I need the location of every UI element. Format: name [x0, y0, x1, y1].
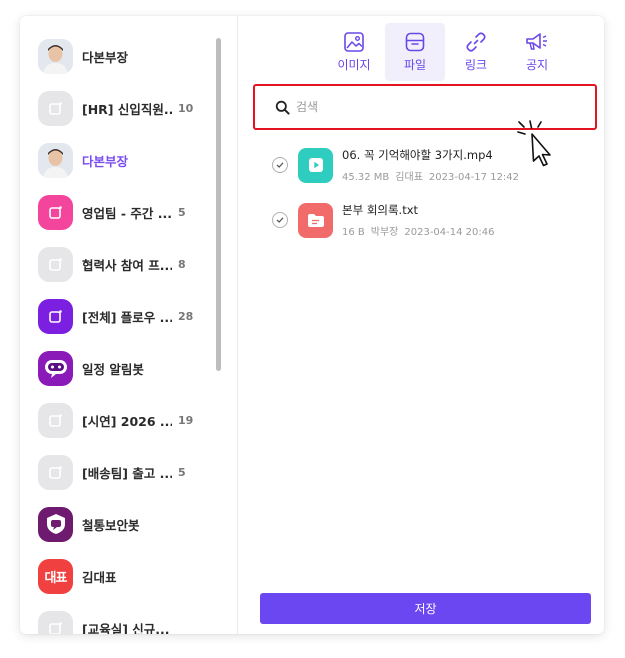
file-date: 2023-04-17 12:42	[428, 172, 520, 183]
chat-room-name: [시연] 2026 ...	[82, 413, 172, 429]
chat-room-item[interactable]: 협력사 참여 프... 8	[20, 238, 220, 290]
text-avatar: 대표	[38, 558, 73, 594]
chat-room-item[interactable]: [시연] 2026 ... 19	[20, 394, 220, 446]
file-meta: 16 B 박부장 2023-04-14 20:46	[342, 223, 501, 238]
megaphone-icon	[526, 33, 547, 50]
member-count: 5	[178, 205, 186, 219]
file-owner: 김대표	[395, 172, 423, 183]
shield-icon	[38, 506, 73, 542]
select-checkbox[interactable]	[272, 212, 288, 228]
tab-label: 파일	[403, 58, 427, 72]
file-info: 본부 회의록.txt 16 B 박부장 2023-04-14 20:46	[342, 202, 501, 238]
chat-room-item[interactable]: 다본부장	[20, 30, 220, 82]
search-icon	[275, 100, 290, 115]
chat-room-item[interactable]: [전체] 플로우 ... 28	[20, 290, 220, 342]
sidebar-scrollbar[interactable]	[216, 38, 221, 371]
chat-room-list: 다본부장 [HR] 신입직원... 10 다본부장 영업팀 - 주간 ... 5…	[20, 30, 220, 634]
chat-room-name: 영업팀 - 주간 ...	[82, 205, 172, 221]
member-count: 28	[178, 309, 194, 323]
chat-room-name: 다본부장	[82, 49, 129, 65]
link-icon	[466, 32, 486, 52]
chat-room-name: 다본부장	[82, 153, 129, 169]
member-count: 19	[178, 413, 194, 427]
select-checkbox[interactable]	[272, 157, 288, 173]
profile-photo-avatar	[38, 38, 73, 74]
file-size: 45.32 MB	[342, 172, 390, 183]
share-dialog: 다본부장 [HR] 신입직원... 10 다본부장 영업팀 - 주간 ... 5…	[20, 16, 604, 634]
robot-icon	[38, 350, 73, 386]
chat-room-item-selected[interactable]: 다본부장	[20, 134, 220, 186]
member-count: 10	[178, 101, 194, 115]
chat-room-name: [HR] 신입직원...	[82, 101, 172, 117]
chat-room-item[interactable]: 철통보안봇	[20, 498, 220, 550]
content-type-tabs: 이미지 파일 링크 공지	[238, 22, 604, 81]
chat-room-name: 일정 알림봇	[82, 361, 144, 377]
file-icon	[405, 32, 425, 52]
member-count: 8	[178, 257, 186, 271]
check-icon	[276, 217, 284, 223]
document-file-icon	[298, 202, 333, 238]
file-meta: 45.32 MB 김대표 2023-04-17 12:42	[342, 168, 525, 183]
chat-room-icon	[38, 298, 73, 334]
file-date: 2023-04-14 20:46	[404, 227, 495, 238]
check-icon	[276, 162, 284, 168]
chat-room-name: [배송팀] 출고 ...	[82, 465, 172, 481]
profile-photo-avatar	[38, 142, 73, 178]
tab-label: 이미지	[337, 58, 371, 72]
file-name: 06. 꼭 기억해야할 3가지.mp4	[342, 148, 493, 162]
file-list-item[interactable]: 본부 회의록.txt 16 B 박부장 2023-04-14 20:46	[272, 200, 592, 240]
click-cursor-icon	[517, 120, 551, 167]
chat-room-item[interactable]: [교육실] 신규...	[20, 602, 220, 634]
file-info: 06. 꼭 기억해야할 3가지.mp4 45.32 MB 김대표 2023-04-1…	[342, 147, 525, 183]
search-input[interactable]	[296, 100, 576, 114]
chat-room-icon	[38, 610, 73, 634]
chat-room-name: 협력사 참여 프...	[82, 257, 172, 273]
chat-room-item[interactable]: 일정 알림봇	[20, 342, 220, 394]
storage-panel: 이미지 파일 링크 공지 검색 06. 꼭 기억해야할 3가지.mp4 45.3…	[238, 16, 604, 634]
chat-room-icon	[38, 194, 73, 230]
chat-room-icon	[38, 454, 73, 490]
tab-label: 링크	[464, 58, 488, 72]
file-owner: 박부장	[370, 227, 399, 238]
chat-room-name: [교육실] 신규...	[82, 621, 170, 635]
member-count: 5	[178, 465, 186, 479]
tab-link[interactable]: 링크	[446, 23, 506, 81]
chat-room-name: 철통보안봇	[82, 517, 140, 533]
chat-room-item[interactable]: [배송팀] 출고 ... 5	[20, 446, 220, 498]
chat-room-name: 김대표	[82, 569, 117, 585]
file-size: 16 B	[342, 227, 365, 238]
chat-room-sidebar: 다본부장 [HR] 신입직원... 10 다본부장 영업팀 - 주간 ... 5…	[20, 16, 238, 634]
tab-file[interactable]: 파일	[385, 23, 445, 81]
save-button[interactable]: 저장	[260, 593, 591, 624]
tab-image[interactable]: 이미지	[324, 23, 384, 81]
tab-notice[interactable]: 공지	[507, 23, 567, 81]
chat-room-item[interactable]: 대표 김대표	[20, 550, 220, 602]
chat-room-icon	[38, 90, 73, 126]
chat-room-name: [전체] 플로우 ...	[82, 309, 172, 325]
file-name: 본부 회의록.txt	[342, 203, 419, 217]
video-file-icon	[298, 147, 333, 183]
chat-room-icon	[38, 402, 73, 438]
chat-room-item[interactable]: [HR] 신입직원... 10	[20, 82, 220, 134]
chat-room-item[interactable]: 영업팀 - 주간 ... 5	[20, 186, 220, 238]
chat-room-icon	[38, 246, 73, 282]
tab-label: 공지	[525, 58, 549, 72]
image-icon	[344, 32, 364, 52]
